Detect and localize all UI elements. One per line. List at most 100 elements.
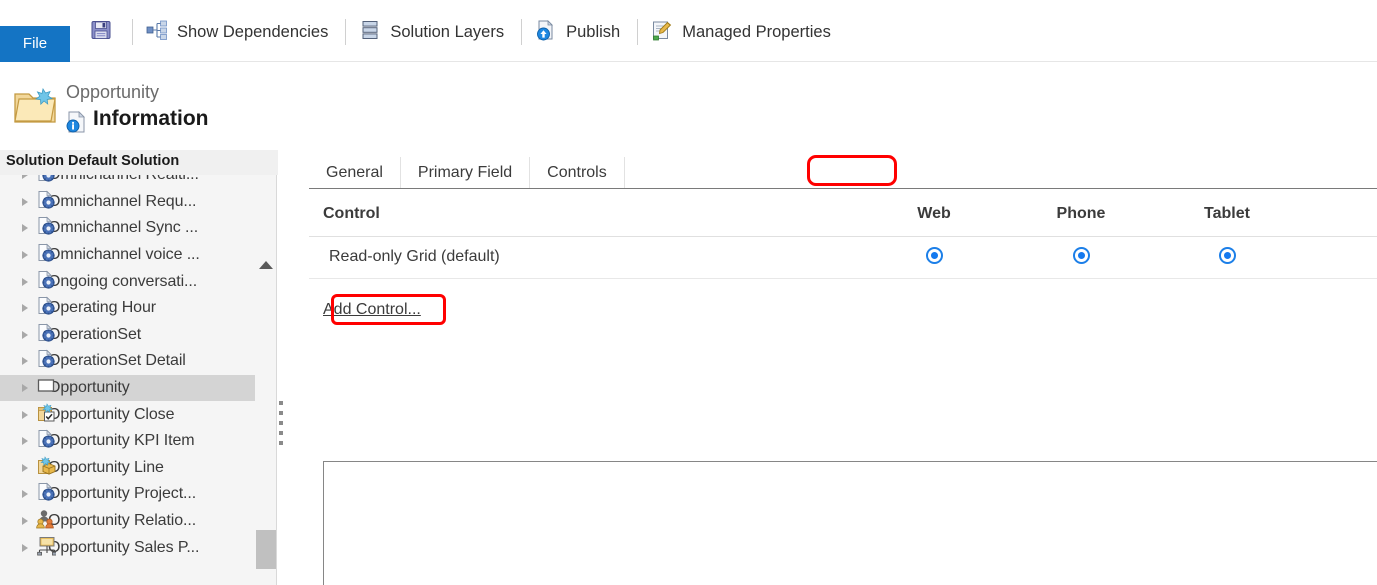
toolbar-separator [132, 19, 133, 45]
ribbon-command-row: Show Dependencies Solution Layers Publis… [84, 12, 841, 52]
publish-button[interactable]: Publish [529, 15, 630, 50]
entity-gear-icon [36, 175, 56, 188]
show-dependencies-button[interactable]: Show Dependencies [140, 15, 338, 50]
radio-web[interactable] [925, 247, 943, 265]
tree-item-label: Omnichannel Sync ... [48, 219, 199, 237]
radio-tablet[interactable] [1218, 247, 1236, 265]
phone-radio-cell[interactable] [1021, 247, 1141, 265]
tree-item[interactable]: Opportunity Line [0, 455, 258, 482]
expand-arrow-icon[interactable] [22, 437, 28, 446]
tree-item-label: OperationSet Detail [48, 352, 186, 370]
entity-gear-icon [36, 322, 56, 347]
expand-arrow-icon[interactable] [22, 224, 28, 233]
toolbar-separator [521, 19, 523, 45]
add-control-link[interactable]: Add Control... [323, 301, 421, 319]
folder-icon [12, 85, 58, 132]
tree-item[interactable]: Omnichannel Requ... [0, 189, 258, 216]
tree-item-label: Ongoing conversati... [48, 272, 198, 290]
managed-properties-icon [651, 19, 673, 46]
save-button[interactable] [84, 15, 125, 50]
radio-phone[interactable] [1072, 247, 1090, 265]
tree-item[interactable]: Omnichannel Realti... [0, 175, 258, 189]
tree-item-label: Opportunity Project... [48, 485, 197, 503]
tree-item[interactable]: Opportunity Close [0, 401, 258, 428]
entity-icon [36, 376, 56, 401]
entity-gear-icon [36, 243, 56, 268]
tree-item-label: OperationSet [48, 325, 142, 343]
publish-icon [535, 19, 557, 46]
column-header-tablet: Tablet [1204, 205, 1250, 222]
entity-gear-icon [36, 296, 56, 321]
expand-arrow-icon[interactable] [22, 490, 28, 499]
tree-item[interactable]: OperationSet [0, 322, 258, 349]
tree-item-label: Opportunity Relatio... [48, 512, 197, 530]
expand-arrow-icon[interactable] [22, 330, 28, 339]
expand-arrow-icon[interactable] [22, 197, 28, 206]
publish-label: Publish [566, 22, 621, 41]
entity-gear-icon [36, 349, 56, 374]
tree-item[interactable]: Opportunity KPI Item [0, 428, 258, 455]
tab-primary-field[interactable]: Primary Field [401, 157, 531, 188]
tree-item[interactable]: Opportunity Project... [0, 481, 258, 508]
solution-bar-label: Solution Default Solution [6, 153, 180, 169]
tree-item-label: Omnichannel Realti... [48, 175, 199, 184]
expand-arrow-icon[interactable] [22, 463, 28, 472]
ribbon-toolbar: File Show Dependencies Solution Layers P… [0, 0, 1377, 62]
show-dependencies-label: Show Dependencies [177, 22, 329, 41]
entity-check-icon [36, 402, 56, 427]
managed-properties-label: Managed Properties [682, 22, 831, 41]
tab-strip: General Primary Field Controls [309, 157, 1377, 189]
expand-arrow-icon[interactable] [22, 251, 28, 260]
toolbar-separator [345, 19, 347, 45]
file-tab[interactable]: File [0, 26, 70, 62]
entity-header: Opportunity Information [0, 63, 280, 150]
tab-general[interactable]: General [309, 157, 401, 188]
tree-item-label: Opportunity Sales P... [48, 538, 200, 556]
tree-item[interactable]: Omnichannel voice ... [0, 242, 258, 269]
expand-arrow-icon[interactable] [22, 410, 28, 419]
expand-arrow-icon[interactable] [22, 517, 28, 526]
entity-tree: Omnichannel Realti... Omnichannel Requ...… [0, 175, 258, 585]
scrollbar-thumb[interactable] [256, 530, 276, 569]
tree-item[interactable]: Opportunity Sales P... [0, 534, 258, 561]
tree-item-label: Omnichannel Requ... [48, 192, 197, 210]
tree-scrollbar[interactable] [255, 175, 277, 585]
controls-grid: Control Web Phone Tablet Read-only Grid … [309, 189, 1377, 279]
expand-arrow-icon[interactable] [22, 384, 28, 393]
tree-item[interactable]: Opportunity Relatio... [0, 508, 258, 535]
entity-gear-icon [36, 189, 56, 214]
column-header-control: Control [323, 205, 380, 222]
tab-controls[interactable]: Controls [530, 157, 625, 188]
expand-arrow-icon[interactable] [22, 277, 28, 286]
tree-item-label: Operating Hour [48, 299, 156, 317]
grid-header-row: Control Web Phone Tablet [309, 189, 1377, 237]
expand-arrow-icon[interactable] [22, 543, 28, 552]
managed-properties-button[interactable]: Managed Properties [645, 15, 841, 50]
entity-gear-icon [36, 429, 56, 454]
tree-item-selected[interactable]: Opportunity [0, 374, 258, 402]
toolbar-separator [637, 19, 639, 45]
layers-icon [359, 19, 381, 46]
tree-item[interactable]: OperationSet Detail [0, 348, 258, 375]
column-header-web: Web [917, 205, 951, 222]
tree-item[interactable]: Operating Hour [0, 295, 258, 322]
application-window: File Show Dependencies Solution Layers P… [0, 0, 1377, 585]
save-icon [90, 19, 112, 46]
entity-gear-icon [36, 216, 56, 241]
tab-label: General [326, 164, 383, 181]
tree-item[interactable]: Ongoing conversati... [0, 268, 258, 295]
dependencies-icon [146, 19, 168, 46]
solution-layers-button[interactable]: Solution Layers [353, 15, 514, 50]
expand-arrow-icon[interactable] [22, 304, 28, 313]
tree-item-label: Opportunity Close [48, 405, 175, 423]
tree-item-label: Omnichannel voice ... [48, 246, 200, 264]
scroll-up-arrow-icon[interactable] [259, 261, 273, 269]
entity-box-icon [36, 455, 56, 480]
expand-arrow-icon[interactable] [22, 175, 28, 180]
tree-item[interactable]: Omnichannel Sync ... [0, 215, 258, 242]
expand-arrow-icon[interactable] [22, 357, 28, 366]
control-properties-panel [323, 461, 1377, 585]
tab-label: Primary Field [417, 164, 513, 181]
tablet-radio-cell[interactable] [1167, 247, 1287, 265]
web-radio-cell[interactable] [874, 247, 994, 265]
